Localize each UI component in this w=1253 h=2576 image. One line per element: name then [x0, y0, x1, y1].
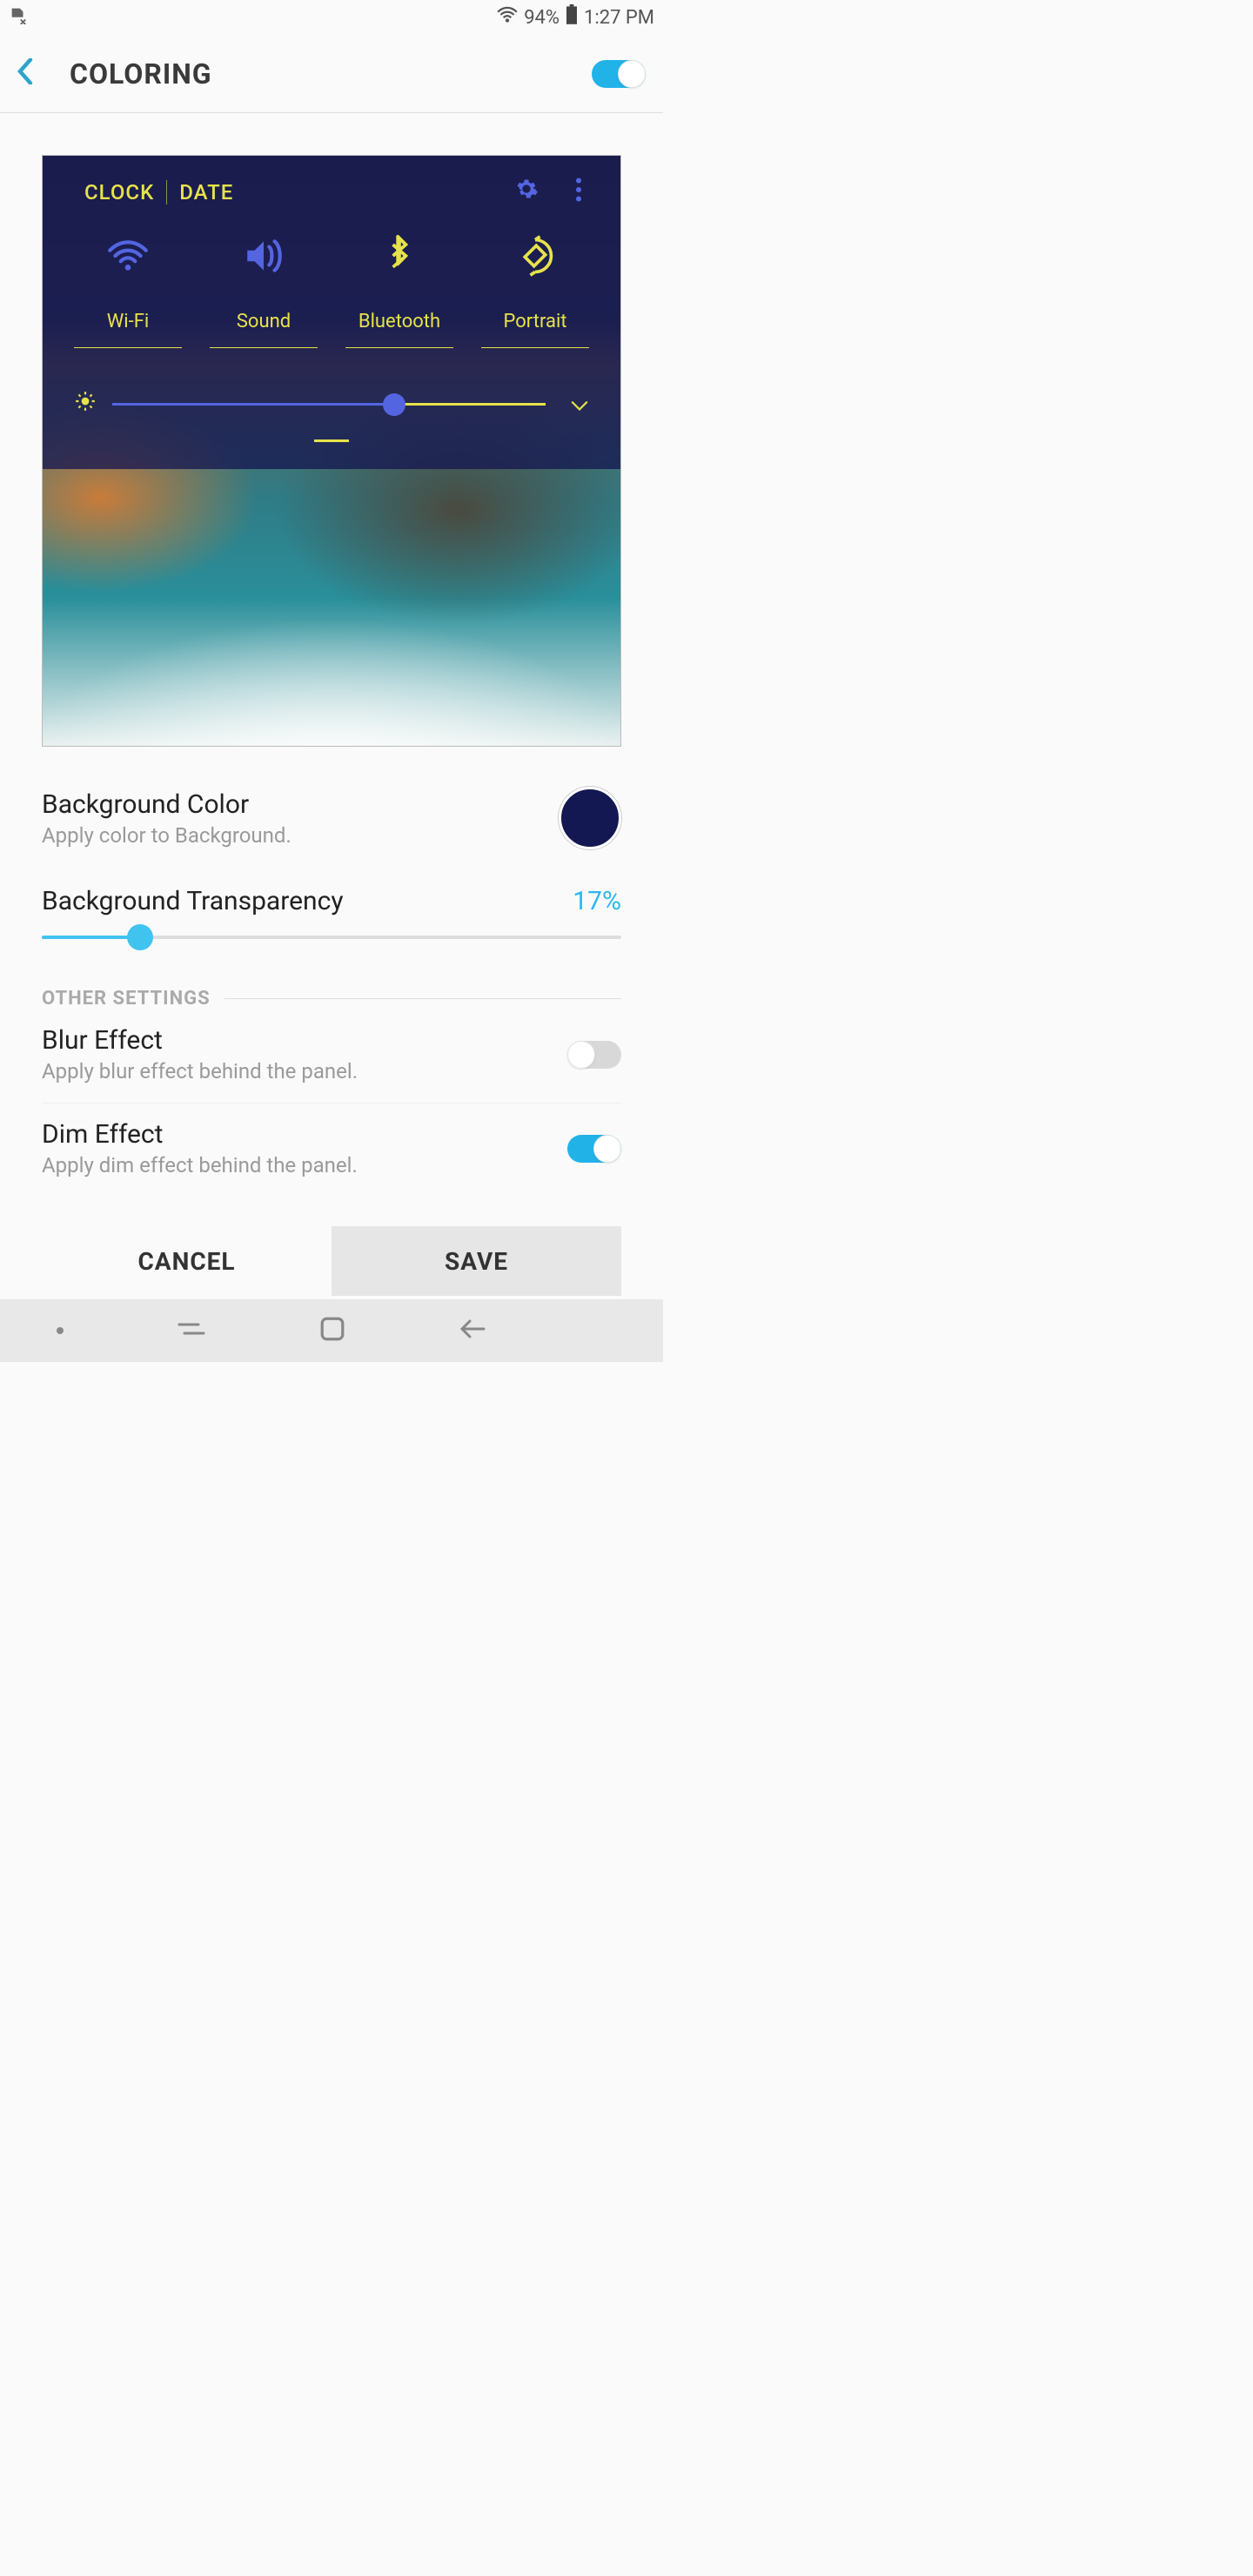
- setting-desc: Apply color to Background.: [42, 823, 559, 848]
- setting-title: Dim Effect: [42, 1119, 567, 1150]
- transparency-value: 17%: [573, 886, 621, 916]
- page-title: COLORING: [52, 57, 592, 91]
- qs-label: Sound: [237, 293, 291, 332]
- back-nav-button[interactable]: [458, 1318, 487, 1344]
- panel-tab-date: DATE: [167, 180, 245, 205]
- battery-pct: 94%: [524, 7, 559, 29]
- blur-effect-toggle[interactable]: [567, 1041, 621, 1069]
- blur-effect-row[interactable]: Blur Effect Apply blur effect behind the…: [42, 1010, 621, 1103]
- dim-effect-row[interactable]: Dim Effect Apply dim effect behind the p…: [42, 1104, 621, 1197]
- gear-icon: [514, 177, 539, 208]
- app-header: COLORING: [0, 35, 663, 113]
- qs-label: Wi-Fi: [107, 293, 149, 332]
- qs-sound: Sound: [196, 234, 332, 348]
- system-nav-bar: [0, 1299, 663, 1362]
- nav-indicator-icon: [57, 1327, 64, 1334]
- more-icon: [575, 178, 582, 207]
- battery-icon: [565, 4, 579, 30]
- transparency-slider[interactable]: [42, 936, 621, 939]
- wifi-icon: [106, 234, 150, 278]
- chevron-down-icon: [561, 392, 589, 417]
- setting-title: Background Transparency: [42, 886, 344, 916]
- cancel-button[interactable]: CANCEL: [42, 1226, 332, 1296]
- notification-panel-preview: CLOCK DATE Wi-Fi: [43, 156, 620, 469]
- brightness-slider: [112, 403, 546, 406]
- panel-tab-divider: [166, 180, 167, 205]
- coloring-master-toggle[interactable]: [592, 60, 646, 88]
- status-bar: 94% 1:27 PM: [0, 0, 663, 35]
- qs-wifi: Wi-Fi: [60, 234, 196, 348]
- home-button[interactable]: [319, 1316, 345, 1345]
- panel-tab-clock: CLOCK: [72, 180, 166, 205]
- other-settings-header: OTHER SETTINGS: [42, 988, 621, 1010]
- wifi-icon: [496, 6, 519, 29]
- dim-effect-toggle[interactable]: [567, 1135, 621, 1163]
- save-button[interactable]: SAVE: [332, 1226, 621, 1296]
- section-label: OTHER SETTINGS: [42, 988, 211, 1010]
- background-color-row[interactable]: Background Color Apply color to Backgrou…: [42, 771, 621, 869]
- coloring-preview: CLOCK DATE Wi-Fi: [42, 155, 621, 747]
- setting-desc: Apply dim effect behind the panel.: [42, 1153, 567, 1177]
- button-bar: CANCEL SAVE: [42, 1226, 621, 1296]
- setting-title: Blur Effect: [42, 1025, 567, 1056]
- bluetooth-icon: [385, 234, 413, 278]
- transparency-row: Background Transparency 17%: [42, 869, 621, 916]
- sim-icon: [9, 5, 28, 30]
- qs-label: Portrait: [503, 293, 566, 332]
- sound-icon: [242, 234, 285, 278]
- back-button[interactable]: [17, 56, 52, 92]
- rotate-icon: [513, 234, 557, 278]
- panel-handle-icon: [314, 439, 349, 442]
- setting-desc: Apply blur effect behind the panel.: [42, 1059, 567, 1083]
- background-color-swatch[interactable]: [559, 787, 621, 849]
- brightness-icon: [74, 390, 97, 419]
- qs-label: Bluetooth: [358, 293, 440, 332]
- qs-portrait: Portrait: [467, 234, 603, 348]
- setting-title: Background Color: [42, 789, 559, 820]
- qs-bluetooth: Bluetooth: [332, 234, 467, 348]
- clock-time: 1:27 PM: [584, 7, 654, 29]
- recents-button[interactable]: [176, 1318, 207, 1344]
